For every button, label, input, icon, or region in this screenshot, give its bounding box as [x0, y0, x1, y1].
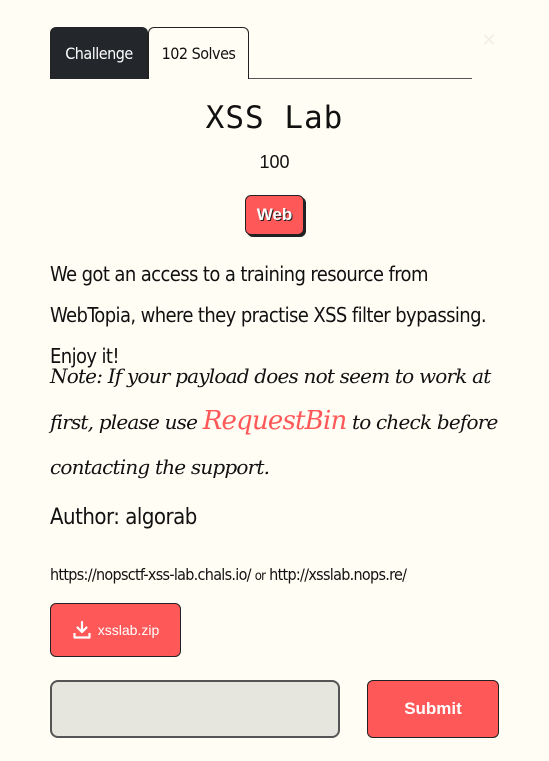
- url-separator: or: [254, 569, 266, 584]
- tab-solves[interactable]: 102 Solves: [148, 27, 249, 79]
- challenge-url-secondary: http://xsslab.nops.re/: [269, 565, 407, 584]
- challenge-title: XSS Lab: [205, 100, 344, 136]
- challenge-tabs: Challenge 102 Solves: [50, 27, 472, 79]
- submit-button[interactable]: Submit: [367, 680, 499, 738]
- challenge-points: 100: [259, 152, 290, 172]
- download-icon: [73, 620, 91, 639]
- challenge-note: Note: If your payload does not seem to w…: [50, 354, 510, 490]
- flag-input[interactable]: [50, 680, 340, 738]
- close-icon[interactable]: ✕: [479, 30, 499, 50]
- requestbin-link[interactable]: RequestBin: [203, 406, 348, 436]
- download-file-button[interactable]: xsslab.zip: [50, 603, 181, 657]
- category-badge: Web: [245, 195, 304, 235]
- challenge-url-primary: https://nopsctf-xss-lab.chals.io/: [50, 565, 252, 584]
- download-file-label: xsslab.zip: [97, 622, 160, 638]
- challenge-urls: https://nopsctf-xss-lab.chals.io/ or htt…: [50, 565, 407, 584]
- challenge-author: Author: algorab: [50, 505, 197, 530]
- tab-challenge[interactable]: Challenge: [50, 27, 148, 79]
